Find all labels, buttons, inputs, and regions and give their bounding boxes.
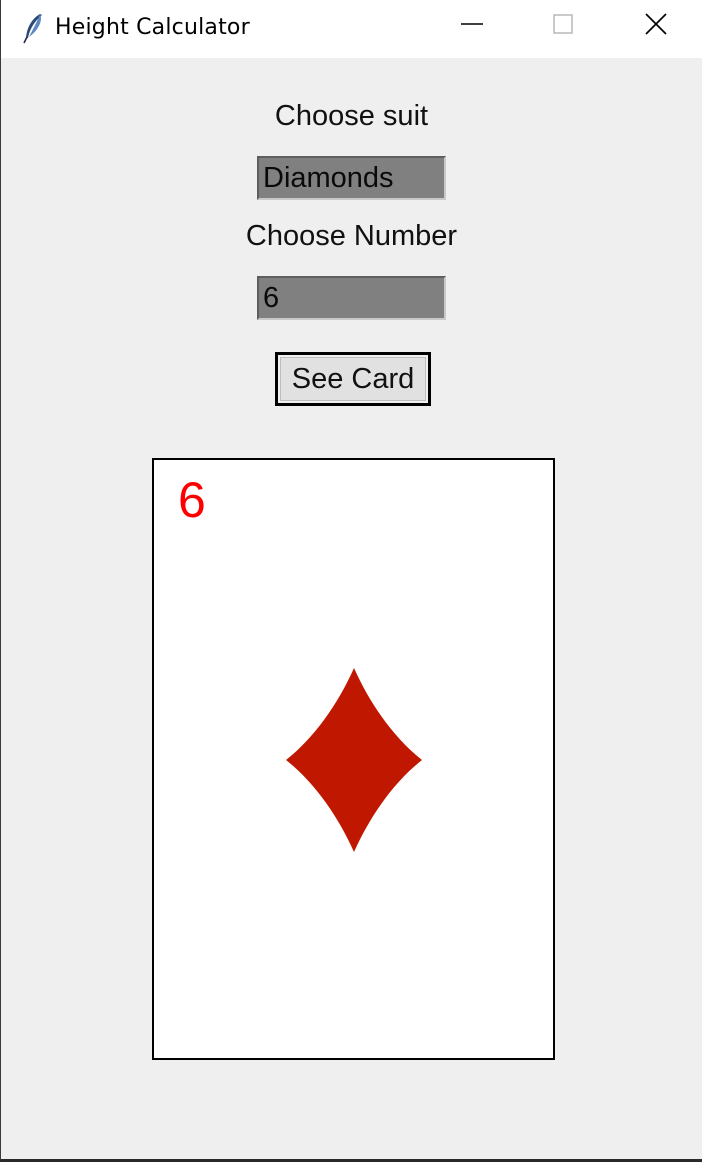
see-card-button[interactable]: See Card [275, 352, 431, 406]
close-icon [644, 12, 668, 41]
maximize-icon [552, 13, 574, 40]
see-card-button-label: See Card [280, 357, 426, 401]
title-bar[interactable]: Height Calculator [1, 0, 702, 58]
suit-field[interactable]: Diamonds [257, 156, 446, 200]
minimize-icon [461, 13, 483, 40]
maximize-button[interactable] [517, 0, 609, 52]
number-field[interactable]: 6 [257, 276, 446, 320]
playing-card: 6 [152, 458, 555, 1060]
window-title: Height Calculator [55, 15, 250, 40]
app-window: Height Calculator Choose suit Diamonds C… [0, 0, 702, 1162]
close-button[interactable] [610, 0, 702, 52]
choose-number-label: Choose Number [245, 220, 458, 252]
choose-suit-label: Choose suit [274, 100, 429, 132]
feather-icon [21, 12, 45, 44]
main-content: Choose suit Diamonds Choose Number 6 See… [1, 58, 702, 1159]
minimize-button[interactable] [426, 0, 518, 52]
card-rank: 6 [178, 472, 206, 528]
diamond-icon [286, 668, 422, 852]
